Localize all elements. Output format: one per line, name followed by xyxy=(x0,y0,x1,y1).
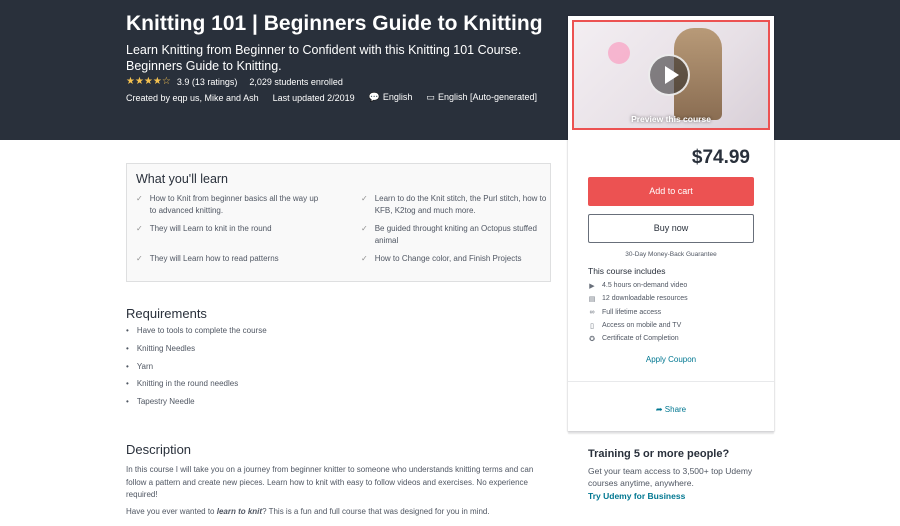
description-paragraph: In this course I will take you on a jour… xyxy=(126,465,534,499)
check-icon: ✓ xyxy=(361,194,368,203)
list-item: • Knitting in the round needles xyxy=(126,379,267,397)
money-back-guarantee: 30-Day Money-Back Guarantee xyxy=(625,251,717,258)
training-title: Training 5 or more people? xyxy=(588,448,730,460)
learn-item-text: How to Knit from beginner basics all the… xyxy=(149,194,319,215)
training-card: Training 5 or more people? Get your team… xyxy=(568,440,774,510)
description-title: Description xyxy=(126,442,192,457)
course-preview[interactable]: Preview this course xyxy=(572,20,770,130)
rating-stars-icon: ★★★★☆ xyxy=(126,76,171,87)
bullet-icon: • xyxy=(126,397,129,407)
share-label: Share xyxy=(664,405,687,414)
list-item: • Have to tools to complete the course xyxy=(126,326,267,344)
learn-item: ✓ Be guided throught kniting an Octopus s… xyxy=(361,223,551,246)
learn-item: ✓ How to Change color, and Finish Project… xyxy=(361,253,551,265)
rating-row: ★★★★☆ 3.9 (13 ratings) 2,029 students en… xyxy=(126,76,343,87)
course-price: $74.99 xyxy=(691,147,750,168)
requirement-text: Have to tools to complete the course xyxy=(136,326,267,335)
purchase-card: Preview this course $74.99 Add to cart B… xyxy=(568,16,774,431)
learn-item-text: Be guided throught kniting an Octopus st… xyxy=(374,224,537,245)
course-title: Knitting 101 | Beginners Guide to Knitti… xyxy=(126,12,543,35)
divider xyxy=(568,381,774,382)
list-item: • Knitting Needles xyxy=(126,344,267,362)
language-label: English xyxy=(382,92,413,102)
bullet-icon: • xyxy=(126,326,129,335)
apply-coupon-link[interactable]: Apply Coupon xyxy=(568,355,774,364)
desc-emphasis: learn to knit xyxy=(216,507,263,516)
check-icon: ✓ xyxy=(136,254,143,263)
captions: ▭ English [Auto-generated] xyxy=(426,92,537,103)
enrolled-count: 2,029 students enrolled xyxy=(249,76,343,87)
share-button[interactable]: ➦ Share xyxy=(568,405,774,414)
include-text: 4.5 hours on-demand video xyxy=(602,282,688,290)
yarn-ball-image xyxy=(608,42,630,64)
video-icon: ▶ xyxy=(589,282,595,290)
desc-text: ? This is a fun and full course that was… xyxy=(262,507,490,516)
speech-bubble-icon: 💬 xyxy=(368,92,380,102)
includes-list: ▶ 4.5 hours on-demand video ▤ 12 downloada… xyxy=(588,279,688,345)
description-paragraph-2: Have you ever wanted to learn to knit? T… xyxy=(126,506,544,519)
udemy-business-link[interactable]: Try Udemy for Business xyxy=(588,491,685,501)
requirement-text: Knitting Needles xyxy=(136,343,196,353)
learn-item: ✓ They will Learn how to read patterns xyxy=(136,253,326,265)
check-icon: ✓ xyxy=(361,224,368,233)
learn-item-text: Learn to do the Knit stitch, the Purl st… xyxy=(374,194,547,215)
list-item: • Yarn xyxy=(126,362,267,380)
bullet-icon: • xyxy=(126,379,129,389)
include-text: 12 downloadable resources xyxy=(602,295,688,303)
include-text: Certificate of Completion xyxy=(602,335,679,343)
check-icon: ✓ xyxy=(136,224,143,233)
file-icon: ▤ xyxy=(588,295,596,303)
includes-title: This course includes xyxy=(588,266,666,276)
created-by: Created by eqp us, Mike and Ash xyxy=(126,92,259,103)
check-icon: ✓ xyxy=(361,254,368,263)
course-subtitle: Learn Knitting from Beginner to Confiden… xyxy=(126,43,522,73)
add-to-cart-button[interactable]: Add to cart xyxy=(588,177,754,206)
mobile-icon: ▯ xyxy=(590,322,594,330)
requirements-title: Requirements xyxy=(126,306,207,321)
buy-now-button[interactable]: Buy now xyxy=(588,214,754,243)
include-item: ▤ 12 downloadable resources xyxy=(588,292,688,305)
infinity-icon: ∞ xyxy=(589,308,595,316)
rating-value[interactable]: 3.9 (13 ratings) xyxy=(177,77,238,87)
cc-icon: ▭ xyxy=(426,92,435,102)
share-icon: ➦ xyxy=(655,405,663,414)
bullet-icon: • xyxy=(126,343,129,353)
play-icon[interactable] xyxy=(648,54,690,96)
include-text: Access on mobile and TV xyxy=(602,322,682,330)
requirement-text: Yarn xyxy=(136,361,154,371)
captions-label: English [Auto-generated] xyxy=(437,92,538,102)
meta-row: Created by eqp us, Mike and Ash Last upd… xyxy=(126,92,537,103)
include-item: ▯ Access on mobile and TV xyxy=(588,319,688,332)
learn-item-text: How to Change color, and Finish Projects xyxy=(374,254,522,263)
learn-item-text: They will Learn how to read patterns xyxy=(149,254,279,263)
desc-text: Have you ever wanted to xyxy=(126,507,217,516)
learn-item: ✓ Learn to do the Knit stitch, the Purl s… xyxy=(361,193,551,216)
certificate-icon: ✪ xyxy=(589,335,595,343)
include-item: ✪ Certificate of Completion xyxy=(588,332,688,345)
check-icon: ✓ xyxy=(136,194,143,203)
last-updated: Last updated 2/2019 xyxy=(272,92,355,103)
include-text: Full lifetime access xyxy=(602,308,662,316)
bullet-icon: • xyxy=(126,361,129,371)
learn-item: ✓ How to Knit from beginner basics all th… xyxy=(136,193,326,216)
requirement-text: Knitting in the round needles xyxy=(136,379,239,389)
learn-item: ✓ They will Learn to knit in the round xyxy=(136,223,326,235)
learn-title: What you'll learn xyxy=(136,172,229,186)
language: 💬 English xyxy=(369,92,413,103)
include-item: ∞ Full lifetime access xyxy=(588,306,688,319)
training-text: Get your team access to 3,500+ top Udemy… xyxy=(588,466,753,488)
requirement-text: Tapestry Needle xyxy=(136,397,195,407)
include-item: ▶ 4.5 hours on-demand video xyxy=(588,279,688,292)
what-youll-learn-box: What you'll learn ✓ How to Knit from begi… xyxy=(126,163,551,282)
list-item: • Tapestry Needle xyxy=(126,397,267,415)
requirements-list: • Have to tools to complete the course • K… xyxy=(126,326,267,415)
learn-item-text: They will Learn to knit in the round xyxy=(149,224,272,233)
preview-label: Preview this course xyxy=(631,114,711,124)
